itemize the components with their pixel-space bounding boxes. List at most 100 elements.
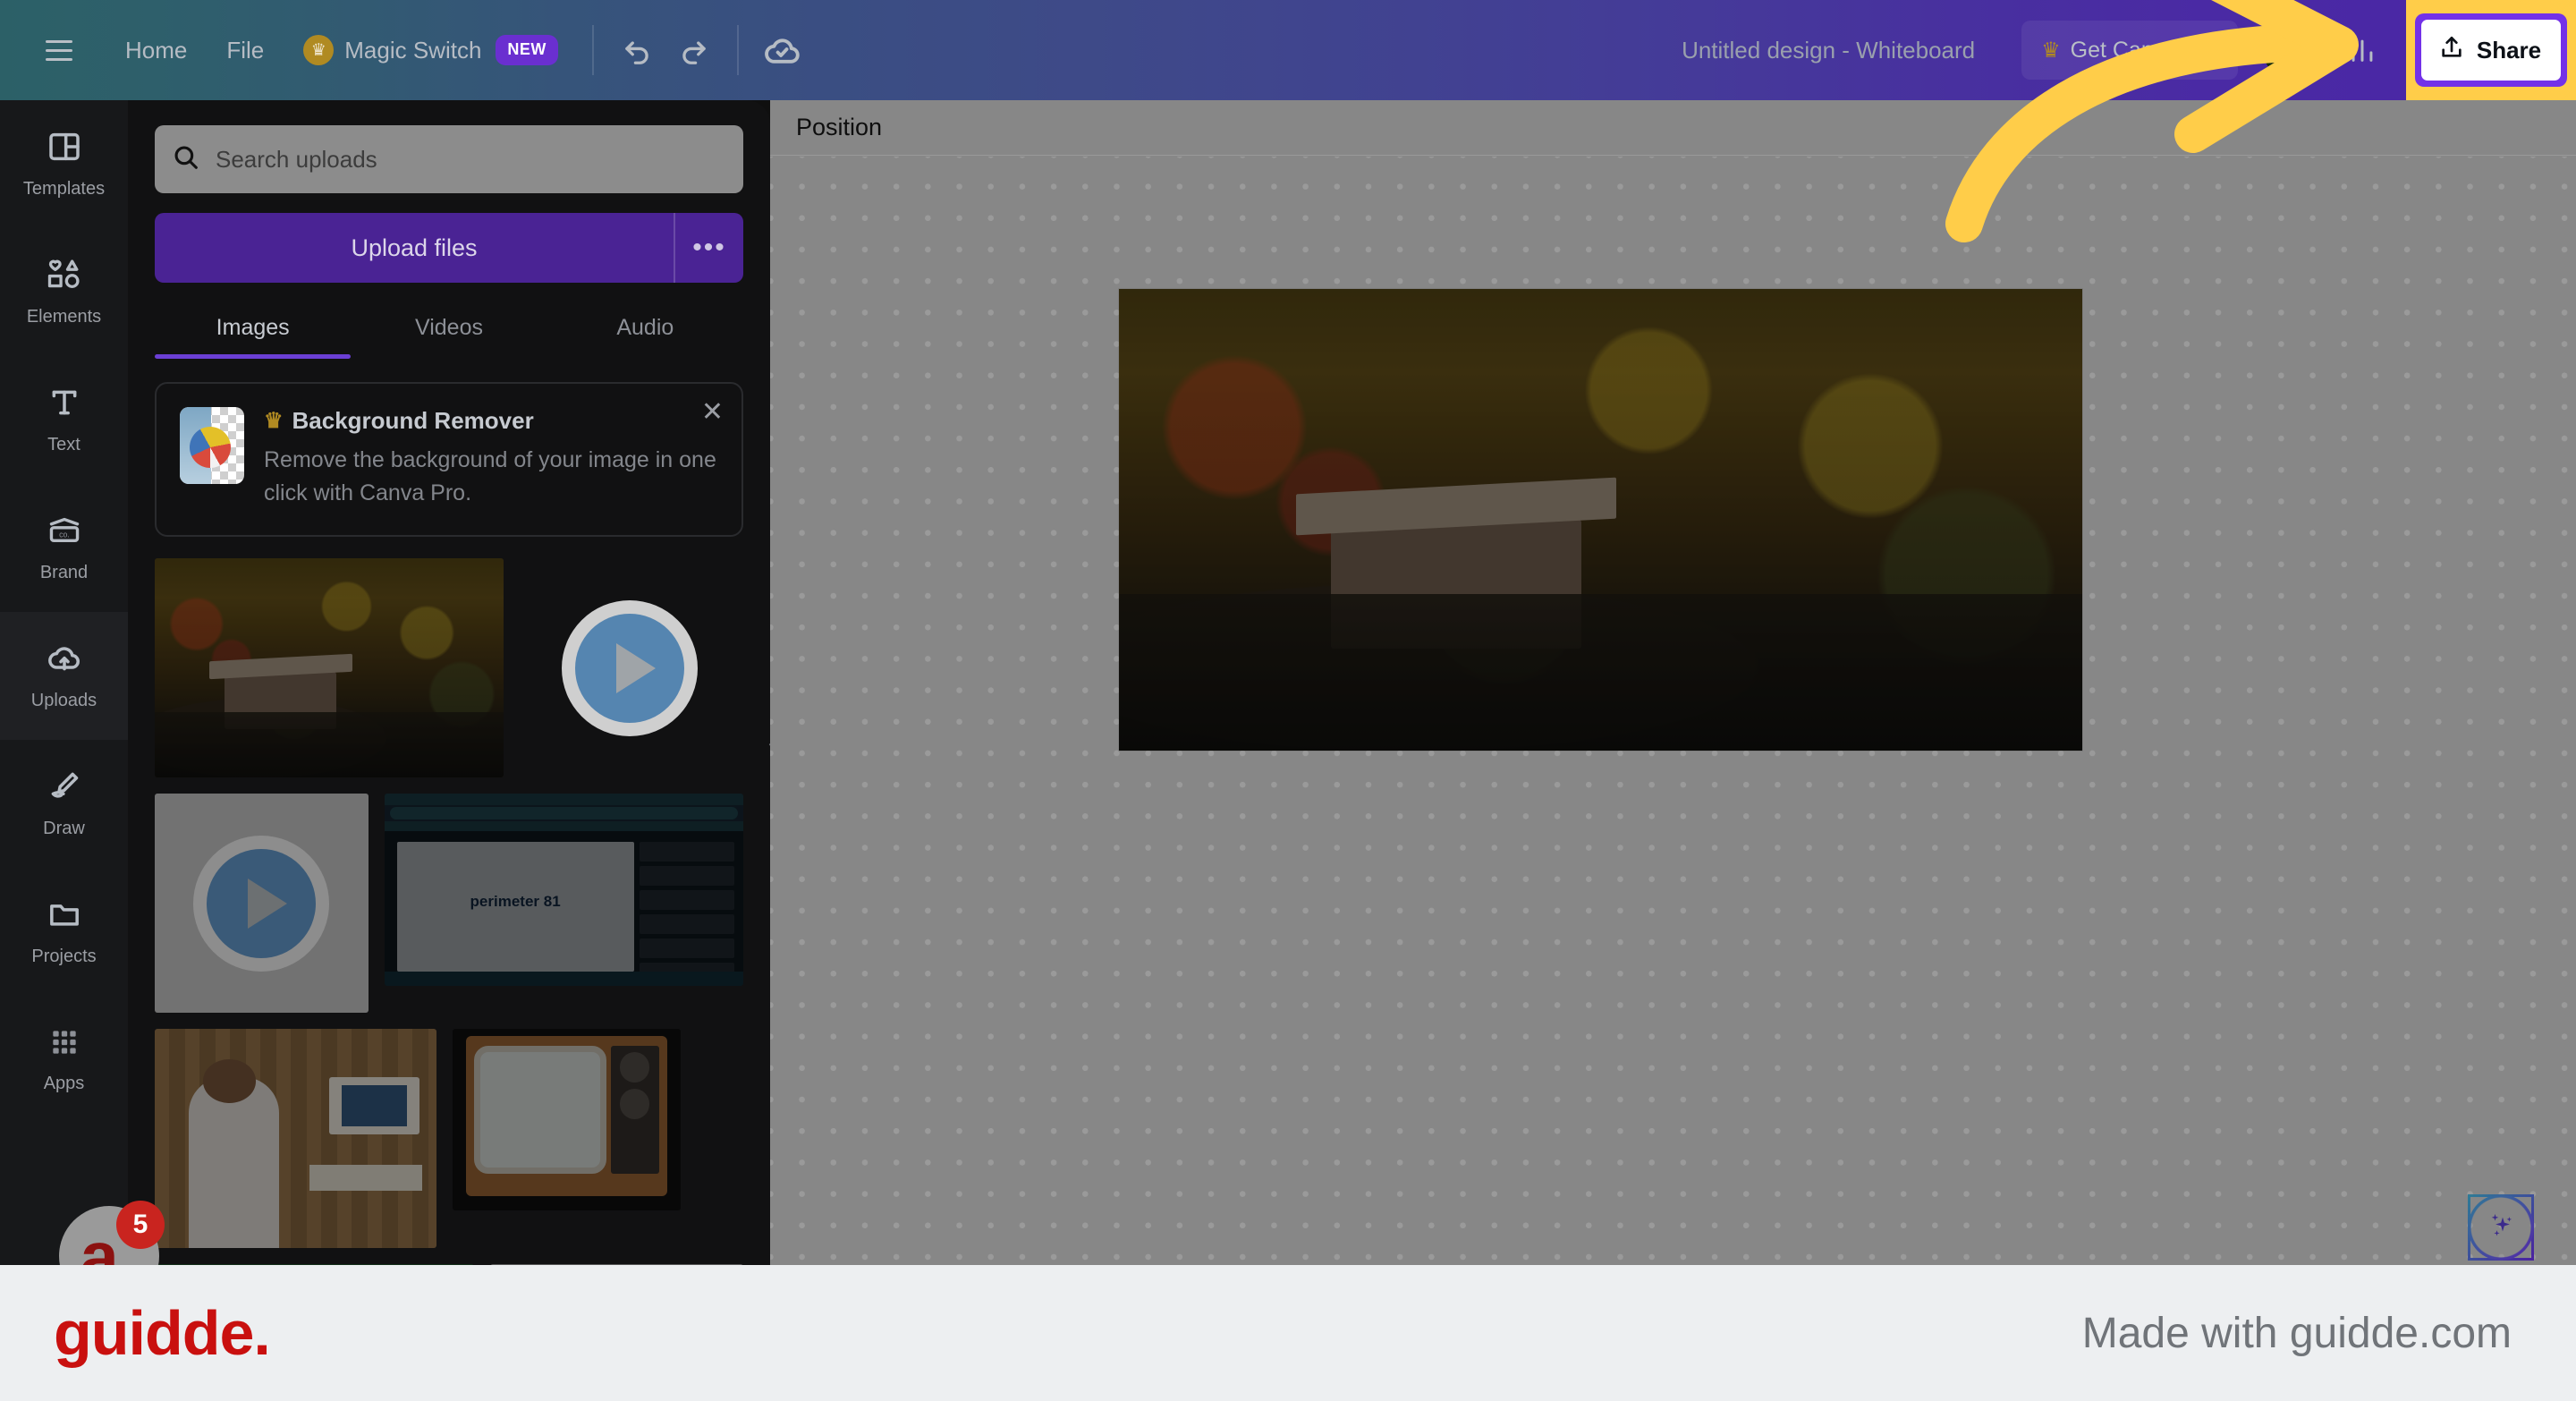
svg-text:co.: co. — [59, 530, 70, 539]
guidde-footer: guidde. Made with guidde.com — [0, 1265, 2576, 1401]
thumb-row — [155, 1029, 743, 1248]
header-divider-1 — [591, 25, 594, 75]
tab-audio-label: Audio — [616, 315, 674, 340]
search-icon — [171, 142, 201, 177]
tab-videos[interactable]: Videos — [351, 302, 547, 359]
guidde-logo: guidde. — [54, 1298, 271, 1368]
more-options-icon[interactable]: ••• — [674, 213, 743, 283]
play-icon — [561, 599, 698, 736]
magic-switch-label: Magic Switch — [344, 36, 482, 64]
apps-grid-icon — [47, 1025, 81, 1065]
background-remover-promo[interactable]: ♛ Background Remover Remove the backgrou… — [155, 382, 743, 537]
design-title[interactable]: Untitled design - Whiteboard — [1662, 22, 1995, 78]
tab-images[interactable]: Images — [155, 302, 352, 359]
sidebar-item-brand[interactable]: co. Brand — [0, 484, 128, 612]
new-badge: NEW — [496, 35, 558, 65]
thumbnail-perimeter81-youtube[interactable]: perimeter 81 — [384, 794, 743, 986]
canvas-toolbar: Position — [770, 100, 2576, 156]
crown-icon: ♛ — [303, 35, 335, 65]
crown-icon: ♛ — [264, 409, 284, 433]
avatar[interactable] — [2263, 21, 2320, 79]
made-with-guidde-text: Made with guidde.com — [2081, 1309, 2512, 1357]
templates-icon — [47, 129, 82, 170]
share-highlight-box: Share — [2406, 0, 2576, 100]
share-button[interactable]: Share — [2420, 20, 2562, 81]
sidebar-label-elements: Elements — [26, 307, 102, 327]
sidebar-label-projects: Projects — [31, 947, 97, 966]
sidebar-item-projects[interactable]: Projects — [0, 868, 128, 996]
sidebar-item-draw[interactable]: Draw — [0, 740, 128, 868]
elements-icon — [45, 257, 84, 298]
sidebar-label-text: Text — [47, 435, 80, 454]
sidebar-item-templates[interactable]: Templates — [0, 100, 128, 228]
canvas-dotted-area[interactable] — [770, 157, 2576, 1304]
search-input[interactable] — [216, 145, 727, 174]
guidde-badge-count: 5 — [116, 1201, 165, 1249]
uploads-panel-inner: Upload files ••• Images Videos Audio ♛ — [128, 100, 770, 1371]
cloud-saved-icon[interactable] — [753, 21, 810, 80]
thumb-row — [155, 558, 743, 777]
get-canva-pro-button[interactable]: ♛ Get Canva Pro — [2021, 21, 2238, 80]
perimeter81-caption: perimeter 81 — [470, 892, 561, 910]
sidebar-label-apps: Apps — [43, 1074, 85, 1093]
header-divider-2 — [736, 25, 739, 75]
thumbnail-autumn-forest-cabin[interactable] — [155, 558, 504, 777]
crown-icon: ♛ — [2041, 38, 2061, 63]
undo-icon[interactable] — [608, 21, 665, 80]
more-options-label: ••• — [692, 233, 726, 262]
sidebar-label-brand: Brand — [39, 563, 89, 582]
magic-sparkles-button[interactable] — [2468, 1194, 2534, 1261]
share-upload-icon — [2437, 33, 2466, 68]
sidebar-item-apps[interactable]: Apps — [0, 996, 128, 1124]
get-canva-pro-label: Get Canva Pro — [2070, 37, 2218, 63]
header-right-group: Untitled design - Whiteboard ♛ Get Canva… — [1662, 0, 2576, 100]
sidebar-label-uploads: Uploads — [30, 691, 97, 710]
uploads-thumbnail-grid: perimeter 81 — [155, 558, 743, 1371]
nav-file[interactable]: File — [207, 22, 284, 78]
header-left-group: Home File ♛ Magic Switch NEW — [0, 0, 810, 100]
sidebar-item-elements[interactable]: Elements — [0, 228, 128, 356]
artboard-image-autumn-forest-cabin[interactable] — [1119, 289, 2082, 751]
magic-fab-ring — [2468, 1194, 2534, 1261]
search-uploads-box[interactable] — [155, 125, 743, 193]
upload-files-label: Upload files — [351, 234, 478, 261]
thumb-row: perimeter 81 — [155, 794, 743, 1013]
tab-images-label: Images — [216, 315, 290, 340]
tab-videos-label: Videos — [414, 315, 483, 340]
thumbnail-video-play-2[interactable] — [155, 794, 369, 1013]
sidebar-item-text[interactable]: Text — [0, 356, 128, 484]
uploads-panel: Upload files ••• Images Videos Audio ♛ — [128, 100, 770, 1401]
nav-home[interactable]: Home — [106, 22, 207, 78]
thumbnail-retro-computer-person[interactable] — [155, 1029, 436, 1248]
hamburger-icon[interactable] — [36, 21, 82, 80]
redo-icon[interactable] — [665, 21, 723, 80]
play-icon — [193, 835, 330, 972]
beachball-transparency-icon — [180, 407, 244, 484]
thumbnail-video-play-1[interactable] — [520, 558, 739, 777]
uploads-cloud-icon — [45, 641, 84, 682]
upload-files-button[interactable]: Upload files — [155, 213, 674, 283]
brand-icon: co. — [46, 513, 83, 554]
promo-description: Remove the background of your image in o… — [264, 447, 716, 505]
nav-file-label: File — [226, 36, 265, 64]
sidebar-label-templates: Templates — [22, 179, 106, 199]
uploads-tabs: Images Videos Audio — [155, 302, 743, 359]
sidebar-label-draw: Draw — [43, 819, 85, 838]
sidebar-item-uploads[interactable]: Uploads — [0, 612, 128, 740]
close-icon[interactable]: ✕ — [701, 396, 724, 428]
tab-audio[interactable]: Audio — [547, 302, 743, 359]
promo-body: ♛ Background Remover Remove the backgrou… — [264, 407, 720, 510]
share-highlight-inner: Share — [2414, 13, 2568, 87]
share-button-label: Share — [2476, 36, 2542, 64]
nav-home-label: Home — [125, 36, 188, 64]
position-button[interactable]: Position — [796, 114, 882, 141]
text-icon — [47, 385, 82, 426]
promo-title-text: Background Remover — [292, 407, 534, 434]
nav-magic-switch[interactable]: ♛ Magic Switch NEW — [284, 22, 578, 78]
thumbnail-vintage-television[interactable] — [453, 1029, 681, 1210]
draw-pen-icon — [46, 768, 83, 810]
promo-title: ♛ Background Remover — [264, 407, 720, 435]
folder-icon — [46, 896, 83, 938]
canva-editor-screen: Home File ♛ Magic Switch NEW Untitled de… — [0, 0, 2576, 1401]
bar-chart-icon[interactable] — [2331, 21, 2394, 80]
